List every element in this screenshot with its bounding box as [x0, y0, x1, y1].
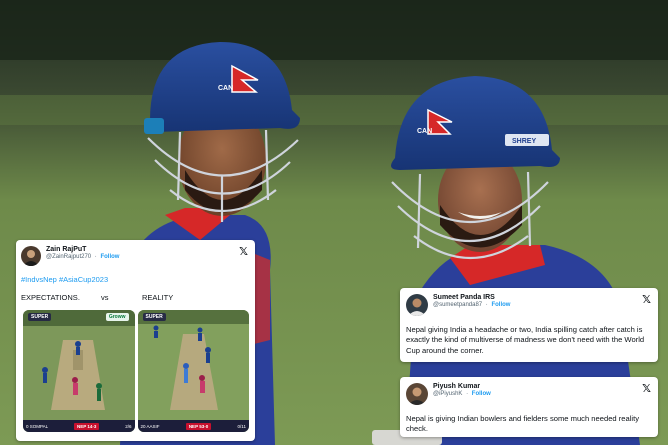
vs-label: vs [101, 293, 109, 302]
follow-button[interactable]: Follow [491, 302, 510, 308]
bowler-info: 0/11 [237, 423, 246, 429]
separator-dot: · [485, 302, 488, 309]
author-name[interactable]: Zain RajPuT [46, 246, 119, 254]
tweet-hashtags[interactable]: #IndvsNep #AsiaCup2023 [21, 275, 250, 284]
tweet-card-sumeet[interactable]: Sumeet Panda IRS @sumeetpanda87 · Follow… [400, 288, 658, 362]
tweet-card-zain[interactable]: Zain RajPuT @ZainRajput270 · Follow 𝕏 #I… [16, 240, 255, 441]
author-handle[interactable]: @iPiyushK [433, 391, 462, 397]
author-handle[interactable]: @ZainRajput270 [46, 254, 91, 260]
x-logo-icon[interactable]: 𝕏 [642, 382, 651, 395]
avatar[interactable] [21, 246, 41, 266]
tweet-text: Nepal is giving Indian bowlers and field… [406, 414, 640, 434]
svg-text:CAN: CAN [417, 128, 432, 135]
broadcast-logo: SUPER [28, 313, 52, 321]
avatar[interactable] [406, 294, 428, 316]
svg-text:CAN: CAN [218, 85, 233, 92]
media-image-reality[interactable]: SUPER 20 AASIF NEP 53-0 0/11 [137, 310, 249, 432]
tweet-card-piyush[interactable]: Piyush Kumar @iPiyushK · Follow 𝕏 Nepal … [400, 377, 658, 437]
author-name[interactable]: Piyush Kumar [433, 383, 491, 391]
media-image-expectations[interactable]: SUPER Groww 0 SOMPAL NEP 14-3 2/6 [23, 310, 135, 432]
batter-info: 20 AASIF [140, 423, 160, 429]
svg-text:SHREY: SHREY [512, 138, 536, 145]
cricket-field-image [137, 310, 249, 432]
author-handle[interactable]: @sumeetpanda87 [433, 302, 482, 308]
tweet-header: Zain RajPuT @ZainRajput270 · Follow [21, 246, 250, 266]
team-score: NEP 53-0 [185, 422, 212, 430]
avatar[interactable] [406, 383, 428, 405]
follow-button[interactable]: Follow [472, 391, 491, 397]
follow-button[interactable]: Follow [100, 254, 119, 260]
reality-label: REALITY [142, 293, 174, 302]
team-score: NEP 14-3 [73, 422, 100, 430]
separator-dot: · [94, 254, 97, 261]
x-logo-icon[interactable]: 𝕏 [642, 293, 651, 306]
tweet-text: EXPECTATIONS. vs REALITY [21, 293, 250, 302]
tweet-header: Sumeet Panda IRS @sumeetpanda87 · Follow [406, 294, 652, 316]
batter-info: 0 SOMPAL [26, 423, 49, 429]
bowler-info: 2/6 [125, 423, 132, 429]
tweet-text: Nepal giving India a headache or two, In… [406, 325, 645, 355]
tweet-media[interactable]: SUPER Groww 0 SOMPAL NEP 14-3 2/6 SUPER [23, 310, 249, 432]
x-logo-icon[interactable]: 𝕏 [239, 245, 248, 258]
scoreboard: 0 SOMPAL NEP 14-3 2/6 [23, 420, 135, 432]
author-name[interactable]: Sumeet Panda IRS [433, 294, 510, 302]
scoreboard: 20 AASIF NEP 53-0 0/11 [137, 420, 249, 432]
sponsor-badge: Groww [105, 313, 129, 321]
tweet-header: Piyush Kumar @iPiyushK · Follow [406, 383, 652, 405]
separator-dot: · [466, 391, 469, 398]
cricket-field-image [23, 310, 135, 432]
broadcast-logo: SUPER [142, 313, 166, 321]
expectations-label: EXPECTATIONS. [21, 293, 80, 302]
